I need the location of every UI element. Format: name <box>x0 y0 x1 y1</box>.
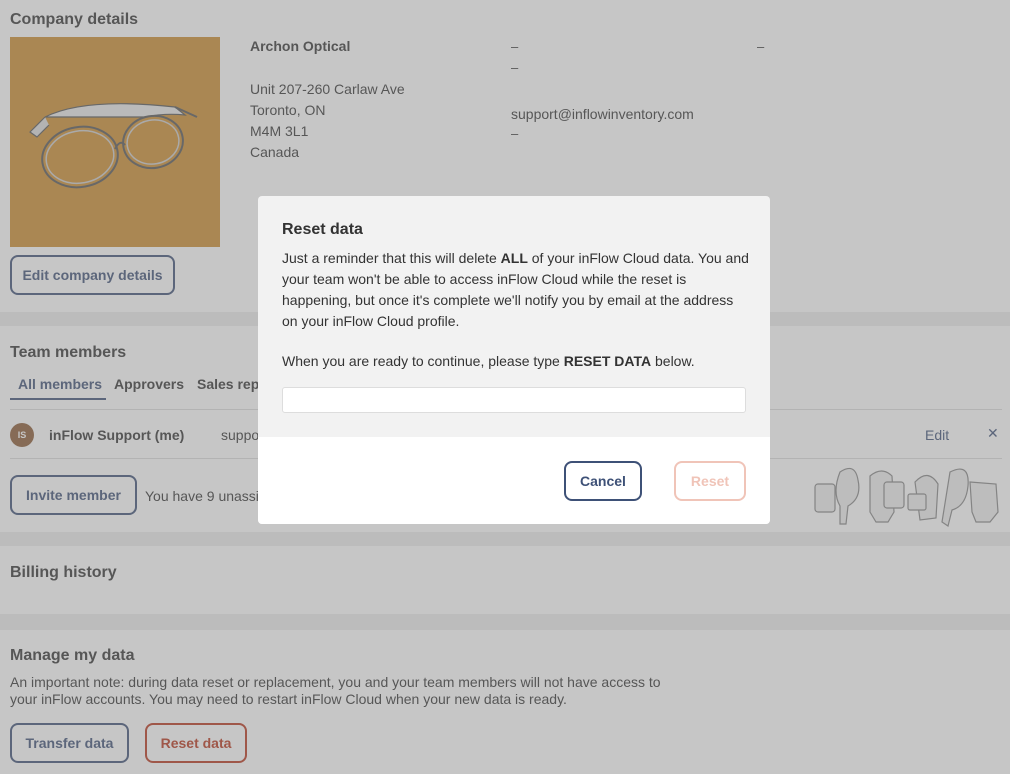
warning-text-part: Just a reminder that this will delete <box>282 250 501 266</box>
confirm-text-part: below. <box>651 353 695 369</box>
confirm-text-part: When you are ready to continue, please t… <box>282 353 564 369</box>
dialog-confirm-text: When you are ready to continue, please t… <box>282 351 750 372</box>
cancel-button[interactable]: Cancel <box>564 461 642 501</box>
warning-emphasis: ALL <box>500 250 528 266</box>
confirm-reset-input[interactable] <box>282 387 746 413</box>
dialog-warning-text: Just a reminder that this will delete AL… <box>282 248 750 332</box>
dialog-footer: Cancel Reset <box>258 437 770 524</box>
dialog-title: Reset data <box>282 221 363 238</box>
confirm-reset-button[interactable]: Reset <box>674 461 746 501</box>
confirm-phrase: RESET DATA <box>563 353 652 369</box>
reset-data-dialog: Reset data Just a reminder that this wil… <box>258 196 770 524</box>
